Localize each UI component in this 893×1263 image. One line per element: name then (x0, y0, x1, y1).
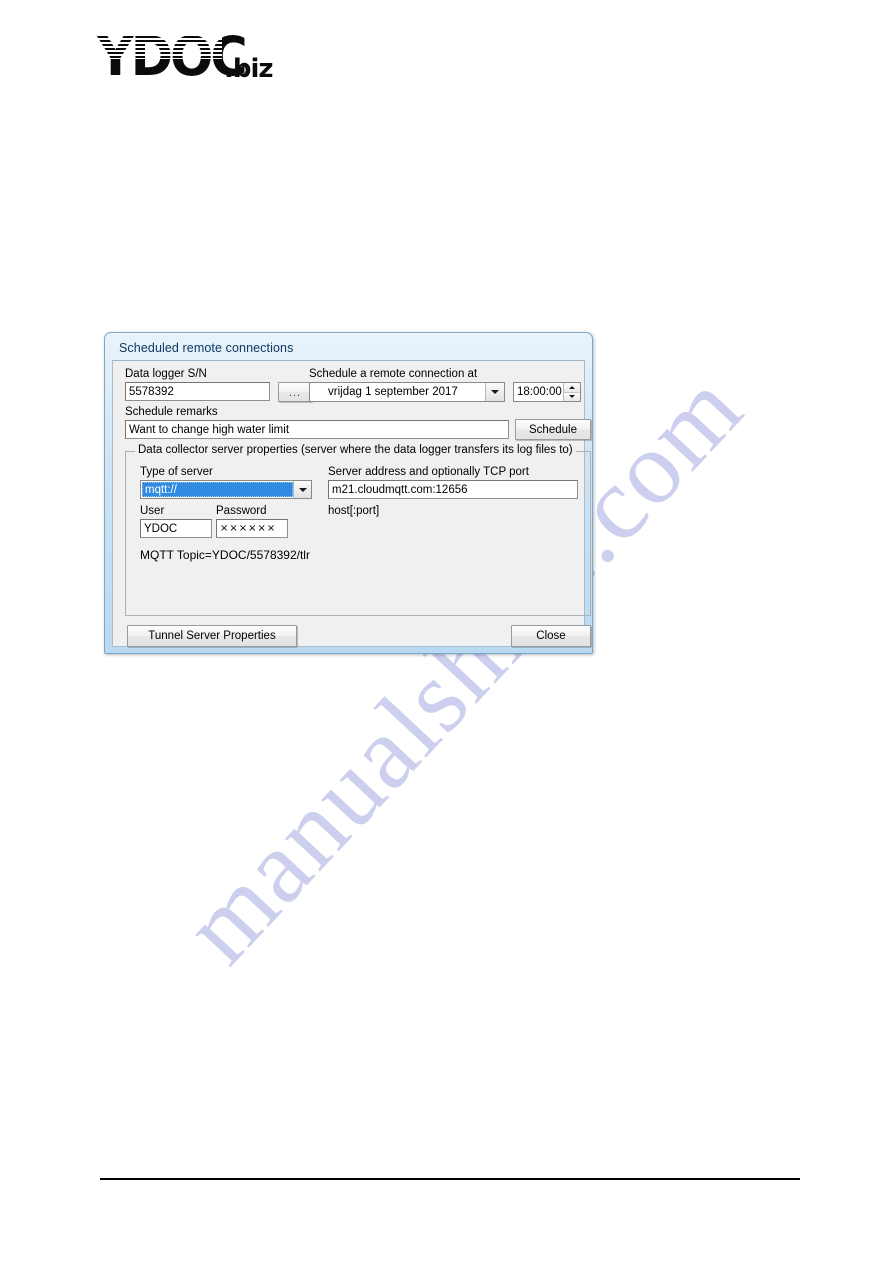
schedule-date-value: vrijdag 1 september 2017 (328, 386, 458, 398)
triangle-glyph (569, 385, 575, 389)
triangle-glyph (491, 390, 499, 394)
ydoc-logo: YDOC .biz (97, 25, 274, 88)
schedule-button[interactable]: Schedule (515, 419, 591, 440)
group-legend: Data collector server properties (server… (135, 444, 576, 456)
type-of-server-selected-value: mqtt:// (142, 482, 293, 497)
password-label: Password (216, 505, 267, 517)
dialog-titlebar[interactable]: Scheduled remote connections (108, 336, 589, 360)
server-address-hint: host[:port] (328, 505, 380, 517)
schedule-at-label: Schedule a remote connection at (309, 368, 478, 380)
triangle-glyph (569, 395, 575, 399)
schedule-remarks-input[interactable]: Want to change high water limit (125, 420, 509, 439)
logo-wordmark: YDOC (97, 25, 248, 88)
dialog-client-area: Data logger S/N 5578392 ... Schedule a r… (112, 360, 591, 647)
user-input[interactable]: YDOC (140, 519, 212, 538)
type-of-server-label: Type of server (140, 466, 213, 478)
password-input[interactable]: ×××××× (216, 519, 288, 538)
stepper-up-icon[interactable] (564, 383, 580, 393)
data-logger-sn-label: Data logger S/N (125, 368, 207, 380)
scheduled-remote-connections-dialog: Scheduled remote connections Data logger… (104, 332, 593, 654)
schedule-time-picker[interactable]: 18:00:00 (513, 382, 581, 402)
logo-tld-suffix: .biz (224, 54, 274, 84)
tunnel-server-properties-button[interactable]: Tunnel Server Properties (127, 625, 297, 647)
browse-button[interactable]: ... (278, 382, 312, 402)
schedule-time-value: 18:00:00 (517, 386, 562, 398)
time-stepper[interactable] (563, 383, 580, 401)
dialog-title: Scheduled remote connections (119, 341, 294, 355)
footer-divider (100, 1178, 800, 1180)
type-of-server-combobox[interactable]: mqtt:// (140, 480, 312, 499)
server-address-label: Server address and optionally TCP port (328, 466, 529, 478)
mqtt-topic-label: MQTT Topic=YDOC/5578392/tlr (140, 548, 310, 562)
schedule-date-picker[interactable]: vrijdag 1 september 2017 (309, 382, 505, 402)
logo-wrap: YDOC .biz (97, 25, 274, 88)
password-masked-value: ×××××× (220, 523, 277, 534)
close-button[interactable]: Close (511, 625, 591, 647)
data-logger-sn-input[interactable]: 5578392 (125, 382, 270, 401)
server-address-input[interactable]: m21.cloudmqtt.com:12656 (328, 480, 578, 499)
triangle-glyph (298, 487, 307, 492)
chevron-down-icon[interactable] (485, 383, 504, 401)
stepper-down-icon[interactable] (564, 392, 580, 401)
data-collector-server-properties-group: Data collector server properties (server… (125, 444, 591, 616)
schedule-remarks-label: Schedule remarks (125, 406, 218, 418)
chevron-down-icon[interactable] (293, 481, 311, 498)
user-label: User (140, 505, 165, 517)
